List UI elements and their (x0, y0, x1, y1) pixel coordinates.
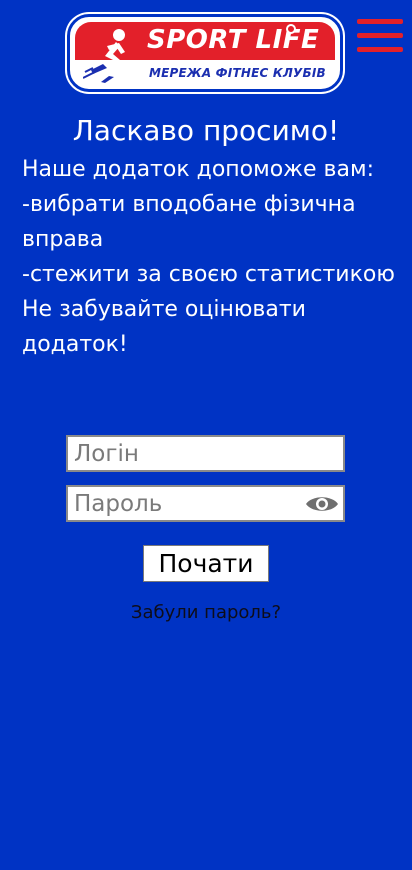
menu-bar-bottom (357, 47, 403, 52)
password-input[interactable] (68, 487, 343, 520)
eye-icon[interactable] (305, 493, 339, 515)
logo-dot (286, 24, 296, 34)
logo-subtitle: МЕРЕЖА ФІТНЕС КЛУБІВ (149, 66, 326, 80)
logo-body: SPORT LIFE МЕРЕЖА ФІТНЕС КЛУБІВ (75, 22, 335, 84)
runner-icon (83, 29, 125, 83)
sport-life-logo: SPORT LIFE МЕРЕЖА ФІТНЕС КЛУБІВ (67, 14, 343, 92)
forgot-password-link[interactable]: Забули пароль? (0, 600, 412, 626)
menu-bar-top (357, 19, 403, 24)
intro-line: -стежити за своєю статистикою (22, 262, 395, 287)
hamburger-menu-icon[interactable] (357, 19, 403, 55)
login-input[interactable] (68, 437, 343, 470)
intro-line: додаток! (22, 332, 128, 357)
welcome-title: Ласкаво просимо! (72, 114, 340, 147)
start-button[interactable]: Почати (143, 545, 269, 582)
intro-line: Не забувайте оцінювати (22, 297, 306, 322)
intro-line: -вибрати вподобане фізична (22, 192, 356, 217)
menu-bar-middle (357, 33, 403, 38)
intro-line: Наше додаток допоможе вам: (22, 157, 374, 182)
login-field (66, 435, 345, 472)
intro-text: Наше додаток допоможе вам: -вибрати впод… (22, 152, 407, 362)
intro-line: вправа (22, 227, 104, 252)
password-field (66, 485, 345, 522)
